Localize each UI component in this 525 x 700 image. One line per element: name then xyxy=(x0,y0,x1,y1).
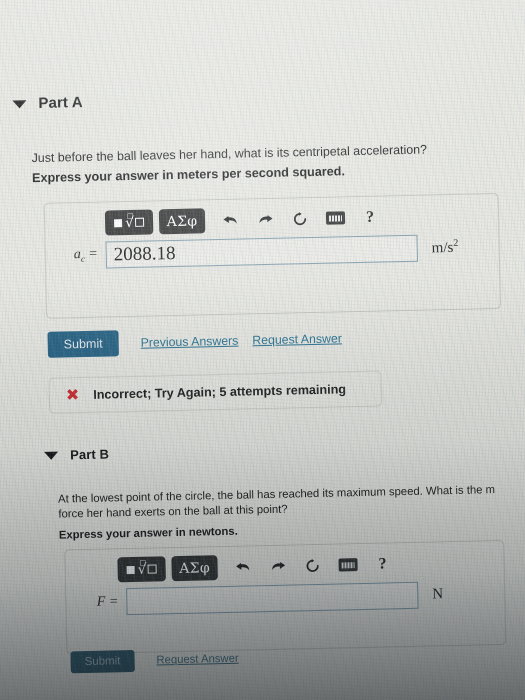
part-a-header[interactable]: Part A xyxy=(2,94,83,113)
part-b-instruction-text: Express your answer in newtons. xyxy=(58,525,238,542)
part-a-answer-value: 2088.18 xyxy=(113,242,176,265)
help-icon-b[interactable]: ? xyxy=(372,553,392,575)
reset-icon-b[interactable] xyxy=(302,554,322,576)
redo-icon-b[interactable] xyxy=(267,555,287,577)
part-a-instruction-text: Express your answer in meters per second… xyxy=(31,164,346,186)
undo-icon-b[interactable] xyxy=(232,556,252,578)
part-b-submit-button[interactable]: Submit xyxy=(70,649,135,674)
part-b-answer-panel: □ √ ΑΣφ ? F = N xyxy=(64,539,507,655)
reset-icon[interactable] xyxy=(290,208,310,230)
nth-root-icon-b: □ √ xyxy=(138,558,157,577)
undo-icon[interactable] xyxy=(220,209,240,231)
part-b-header[interactable]: Part B xyxy=(34,446,109,463)
part-a-feedback-banner: ✖ Incorrect; Try Again; 5 attempts remai… xyxy=(48,370,383,414)
math-template-button-b[interactable]: □ √ xyxy=(117,556,166,583)
part-a-answer-panel: □ √ ΑΣφ ? ac = 2088.18 m/s2 xyxy=(43,192,502,319)
math-template-button[interactable]: □ √ xyxy=(104,209,154,236)
redo-icon[interactable] xyxy=(255,208,275,230)
part-b-input-row: F = N xyxy=(66,580,505,629)
part-a-actions: Submit Previous Answers Request Answer xyxy=(39,325,342,358)
part-b-title: Part B xyxy=(69,446,110,463)
part-b-variable-label: F = xyxy=(96,593,119,610)
part-a-title: Part A xyxy=(38,93,83,112)
filled-square-icon xyxy=(114,218,123,227)
photo-of-screen: Part A Just before the ball leaves her h… xyxy=(0,0,525,700)
screen-surface: Part A Just before the ball leaves her h… xyxy=(0,0,525,700)
part-a-feedback-text: Incorrect; Try Again; 5 attempts remaini… xyxy=(93,382,347,402)
part-a-submit-button[interactable]: Submit xyxy=(47,330,119,358)
keyboard-icon[interactable] xyxy=(325,207,345,229)
part-b-actions: Submit Request Answer xyxy=(62,648,239,674)
help-icon[interactable]: ? xyxy=(360,206,380,228)
greek-symbols-button-b[interactable]: ΑΣφ xyxy=(171,555,218,582)
part-a-unit-label: m/s2 xyxy=(431,237,459,257)
collapse-triangle-icon-b[interactable] xyxy=(44,451,59,460)
homework-page: Part A Just before the ball leaves her h… xyxy=(0,0,525,700)
part-b-answer-input[interactable] xyxy=(126,581,419,616)
x-mark-icon: ✖ xyxy=(65,385,80,405)
part-a-question-text: Just before the ball leaves her hand, wh… xyxy=(31,142,428,166)
previous-answers-link[interactable]: Previous Answers xyxy=(140,334,238,350)
nth-root-icon: □ √ xyxy=(125,211,145,231)
filled-square-icon-b xyxy=(126,565,135,574)
collapse-triangle-icon[interactable] xyxy=(12,99,27,109)
request-answer-link[interactable]: Request Answer xyxy=(252,331,342,347)
part-a-answer-input[interactable]: 2088.18 xyxy=(105,234,419,269)
greek-symbols-button[interactable]: ΑΣφ xyxy=(158,208,206,235)
part-b-request-answer-link[interactable]: Request Answer xyxy=(156,653,239,667)
part-b-unit-label: N xyxy=(432,586,444,603)
keyboard-icon-b[interactable] xyxy=(337,554,358,576)
part-a-variable-label: ac = xyxy=(73,246,98,264)
part-b-question-text: At the lowest point of the circle, the b… xyxy=(58,483,496,522)
